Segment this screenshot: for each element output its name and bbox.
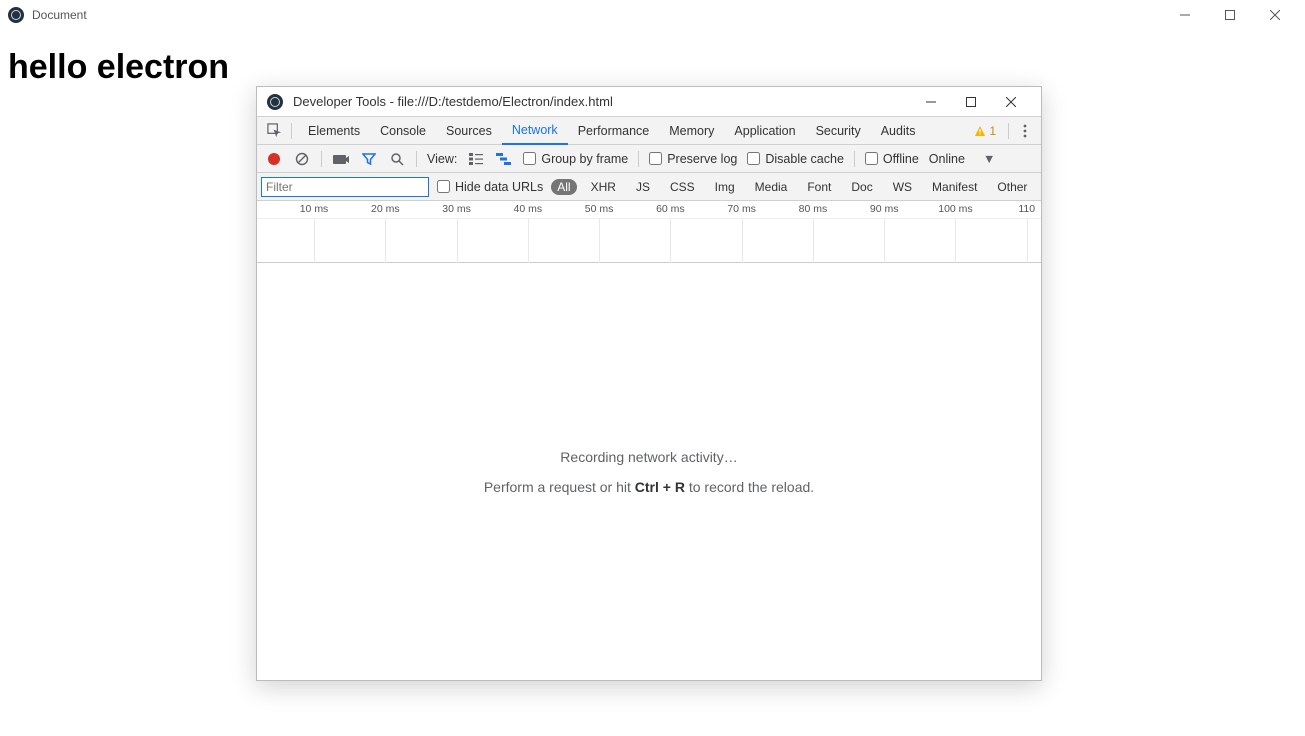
filter-type-js[interactable]: JS (630, 179, 656, 195)
electron-icon (8, 7, 24, 23)
tab-elements[interactable]: Elements (298, 117, 370, 145)
timeline-gridline (599, 219, 600, 263)
filter-type-other[interactable]: Other (991, 179, 1033, 195)
tab-sources[interactable]: Sources (436, 117, 502, 145)
disable-cache-checkbox[interactable]: Disable cache (747, 152, 844, 166)
offline-checkbox[interactable]: Offline (865, 152, 919, 166)
devtools-close-button[interactable] (991, 87, 1031, 117)
timeline-tick: 10 ms (300, 203, 329, 215)
preserve-log-checkbox[interactable]: Preserve log (649, 152, 737, 166)
filter-type-css[interactable]: CSS (664, 179, 701, 195)
minimize-button[interactable] (1162, 0, 1207, 30)
group-by-frame-checkbox[interactable]: Group by frame (523, 152, 628, 166)
timeline-tick: 110 (1018, 203, 1035, 215)
filter-input[interactable] (261, 177, 429, 197)
clear-button[interactable] (293, 150, 311, 168)
timeline-gridline (314, 219, 315, 263)
network-empty-state: Recording network activity… Perform a re… (257, 263, 1041, 680)
timeline-tick: 30 ms (442, 203, 471, 215)
main-window-title: Document (32, 8, 87, 22)
tab-performance[interactable]: Performance (568, 117, 660, 145)
hide-data-urls-label: Hide data URLs (455, 180, 543, 194)
devtools-minimize-button[interactable] (911, 87, 951, 117)
warnings-count: 1 (989, 124, 996, 138)
group-by-frame-label: Group by frame (541, 152, 628, 166)
timeline-tick: 100 ms (938, 203, 972, 215)
offline-label: Offline (883, 152, 919, 166)
tab-memory[interactable]: Memory (659, 117, 724, 145)
throttling-value: Online (929, 152, 965, 166)
timeline-gridline (813, 219, 814, 263)
filter-type-font[interactable]: Font (801, 179, 837, 195)
page-heading: hello electron (8, 48, 1297, 87)
search-icon[interactable] (388, 150, 406, 168)
large-rows-icon[interactable] (467, 150, 485, 168)
timeline-gridline (742, 219, 743, 263)
timeline-gridline (884, 219, 885, 263)
close-button[interactable] (1252, 0, 1297, 30)
chevron-down-icon: ▼ (983, 152, 995, 166)
filter-type-manifest[interactable]: Manifest (926, 179, 983, 195)
filter-type-media[interactable]: Media (749, 179, 794, 195)
timeline-tick: 80 ms (799, 203, 828, 215)
timeline-tick: 40 ms (514, 203, 543, 215)
devtools-maximize-button[interactable] (951, 87, 991, 117)
network-toolbar: View: Group by frame Preserve log Disabl… (257, 145, 1041, 173)
disable-cache-label: Disable cache (765, 152, 844, 166)
filter-icon[interactable] (360, 150, 378, 168)
timeline-tick: 90 ms (870, 203, 899, 215)
tab-security[interactable]: Security (806, 117, 871, 145)
view-label: View: (427, 152, 457, 166)
timeline-gridline (955, 219, 956, 263)
filter-type-doc[interactable]: Doc (845, 179, 878, 195)
hide-data-urls-checkbox[interactable]: Hide data URLs (437, 180, 543, 194)
throttling-dropdown[interactable]: Online ▼ (929, 152, 996, 166)
warnings-badge[interactable]: 1 (974, 124, 996, 138)
tab-application[interactable]: Application (724, 117, 805, 145)
tab-audits[interactable]: Audits (871, 117, 926, 145)
screenshot-icon[interactable] (332, 150, 350, 168)
empty-line2: Perform a request or hit Ctrl + R to rec… (484, 479, 814, 495)
timeline-gridline (670, 219, 671, 263)
tab-network[interactable]: Network (502, 117, 568, 145)
maximize-button[interactable] (1207, 0, 1252, 30)
timeline-gridline (528, 219, 529, 263)
timeline-tick: 60 ms (656, 203, 685, 215)
record-button[interactable] (265, 150, 283, 168)
filter-type-xhr[interactable]: XHR (585, 179, 622, 195)
timeline-tick: 50 ms (585, 203, 614, 215)
electron-icon (267, 94, 283, 110)
timeline-overview[interactable]: 10 ms 20 ms 30 ms 40 ms 50 ms 60 ms 70 ms 80 ms… (257, 201, 1041, 263)
overview-icon[interactable] (495, 150, 513, 168)
filter-type-img[interactable]: Img (709, 179, 741, 195)
shortcut-key: Ctrl + R (635, 479, 685, 495)
devtools-window: Developer Tools - file:///D:/testdemo/El… (256, 86, 1042, 681)
timeline-tick: 20 ms (371, 203, 400, 215)
devtools-tabs: ElementsConsoleSourcesNetworkPerformance… (257, 117, 1041, 145)
tab-console[interactable]: Console (370, 117, 436, 145)
timeline-tick: 70 ms (727, 203, 756, 215)
devtools-titlebar: Developer Tools - file:///D:/testdemo/El… (257, 87, 1041, 117)
devtools-title: Developer Tools - file:///D:/testdemo/El… (293, 94, 613, 109)
timeline-gridline (385, 219, 386, 263)
preserve-log-label: Preserve log (667, 152, 737, 166)
timeline-gridline (457, 219, 458, 263)
filter-type-all[interactable]: All (551, 179, 576, 195)
filter-type-ws[interactable]: WS (887, 179, 918, 195)
inspect-element-icon[interactable] (263, 123, 285, 138)
main-titlebar: Document (0, 0, 1305, 30)
timeline-gridline (1027, 219, 1028, 263)
more-menu-icon[interactable] (1015, 124, 1035, 138)
filter-row: Hide data URLs All XHR JS CSS Img Media Font Do… (257, 173, 1041, 201)
empty-line1: Recording network activity… (560, 449, 737, 465)
